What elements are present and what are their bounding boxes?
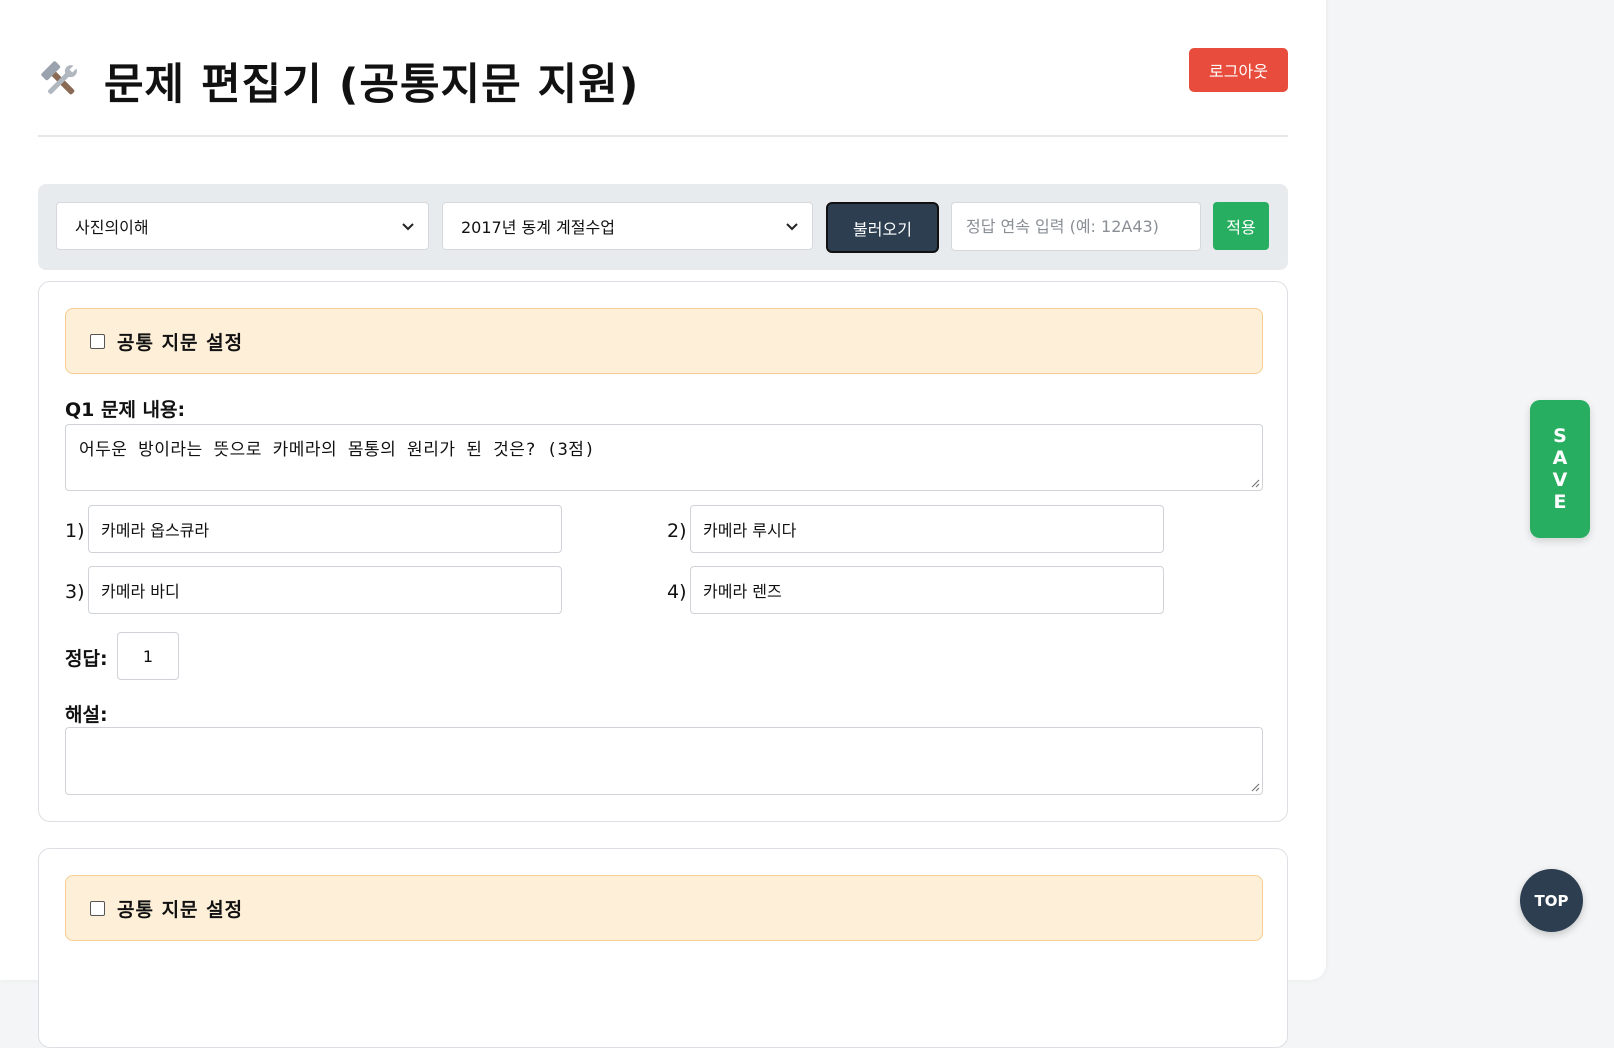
page-title: 문제 편집기 (공통지문 지원) — [38, 50, 639, 112]
resize-grip-icon[interactable] — [1250, 782, 1260, 792]
question-card: 공통 지문 설정 Q1 문제 내용: 어두운 방이라는 뜻으로 카메라의 몸통의… — [38, 281, 1288, 822]
question-label: Q1 문제 내용: — [65, 399, 186, 421]
hammer-wrench-icon — [38, 58, 84, 104]
resize-grip-icon[interactable] — [1250, 478, 1260, 488]
load-button[interactable]: 불러오기 — [826, 202, 939, 253]
option-1-number: 1) — [65, 520, 85, 542]
explanation-textarea[interactable] — [65, 727, 1263, 795]
answer-input[interactable]: 1 — [117, 632, 179, 680]
exam-select-value: 2017년 동계 계절수업 — [461, 218, 615, 237]
subject-select-value: 사진의이해 — [75, 218, 149, 237]
option-4-number: 4) — [667, 581, 687, 603]
explanation-label: 해설: — [65, 704, 108, 726]
apply-button[interactable]: 적용 — [1213, 202, 1269, 250]
common-passage-label: 공통 지문 설정 — [117, 331, 244, 354]
common-passage-label: 공통 지문 설정 — [117, 898, 244, 921]
save-letter: V — [1552, 469, 1568, 491]
option-3-text: 카메라 바디 — [101, 582, 180, 601]
main-panel: 문제 편집기 (공통지문 지원) 로그아웃 사진의이해 2017년 동계 계절수… — [0, 0, 1326, 1048]
common-passage-toggle[interactable]: 공통 지문 설정 — [65, 875, 1263, 941]
option-1-text: 카메라 옵스큐라 — [101, 521, 210, 540]
option-2-text: 카메라 루시다 — [703, 521, 797, 540]
question-textarea[interactable]: 어두운 방이라는 뜻으로 카메라의 몸통의 원리가 된 것은? (3점) — [65, 424, 1263, 491]
save-button[interactable]: S A V E — [1530, 400, 1590, 538]
logout-button[interactable]: 로그아웃 — [1189, 48, 1288, 92]
option-2-number: 2) — [667, 520, 687, 542]
common-passage-checkbox[interactable] — [90, 333, 105, 349]
option-1-input[interactable]: 카메라 옵스큐라 — [88, 505, 562, 553]
save-letter: S — [1553, 425, 1567, 447]
toolbar: 사진의이해 2017년 동계 계절수업 불러오기 적용 — [38, 184, 1288, 270]
common-passage-checkbox[interactable] — [90, 900, 105, 916]
question-text: 어두운 방이라는 뜻으로 카메라의 몸통의 원리가 된 것은? (3점) — [79, 440, 596, 460]
save-letter: A — [1552, 447, 1568, 469]
common-passage-toggle[interactable]: 공통 지문 설정 — [65, 308, 1263, 374]
chevron-down-icon — [786, 223, 798, 231]
exam-select[interactable]: 2017년 동계 계절수업 — [442, 202, 813, 250]
option-3-input[interactable]: 카메라 바디 — [88, 566, 562, 614]
answer-label: 정답: — [65, 648, 108, 670]
subject-select[interactable]: 사진의이해 — [56, 202, 429, 250]
header: 문제 편집기 (공통지문 지원) 로그아웃 — [38, 0, 1288, 137]
scroll-top-button[interactable]: TOP — [1520, 869, 1583, 932]
option-2-input[interactable]: 카메라 루시다 — [690, 505, 1164, 553]
page-title-text: 문제 편집기 (공통지문 지원) — [104, 60, 640, 110]
option-4-input[interactable]: 카메라 렌즈 — [690, 566, 1164, 614]
chevron-down-icon — [402, 223, 414, 231]
option-3-number: 3) — [65, 581, 85, 603]
question-card: 공통 지문 설정 — [38, 848, 1288, 1048]
answer-sequence-input[interactable] — [951, 202, 1201, 251]
save-letter: E — [1553, 491, 1567, 513]
option-4-text: 카메라 렌즈 — [703, 582, 782, 601]
answer-value: 1 — [142, 646, 154, 666]
